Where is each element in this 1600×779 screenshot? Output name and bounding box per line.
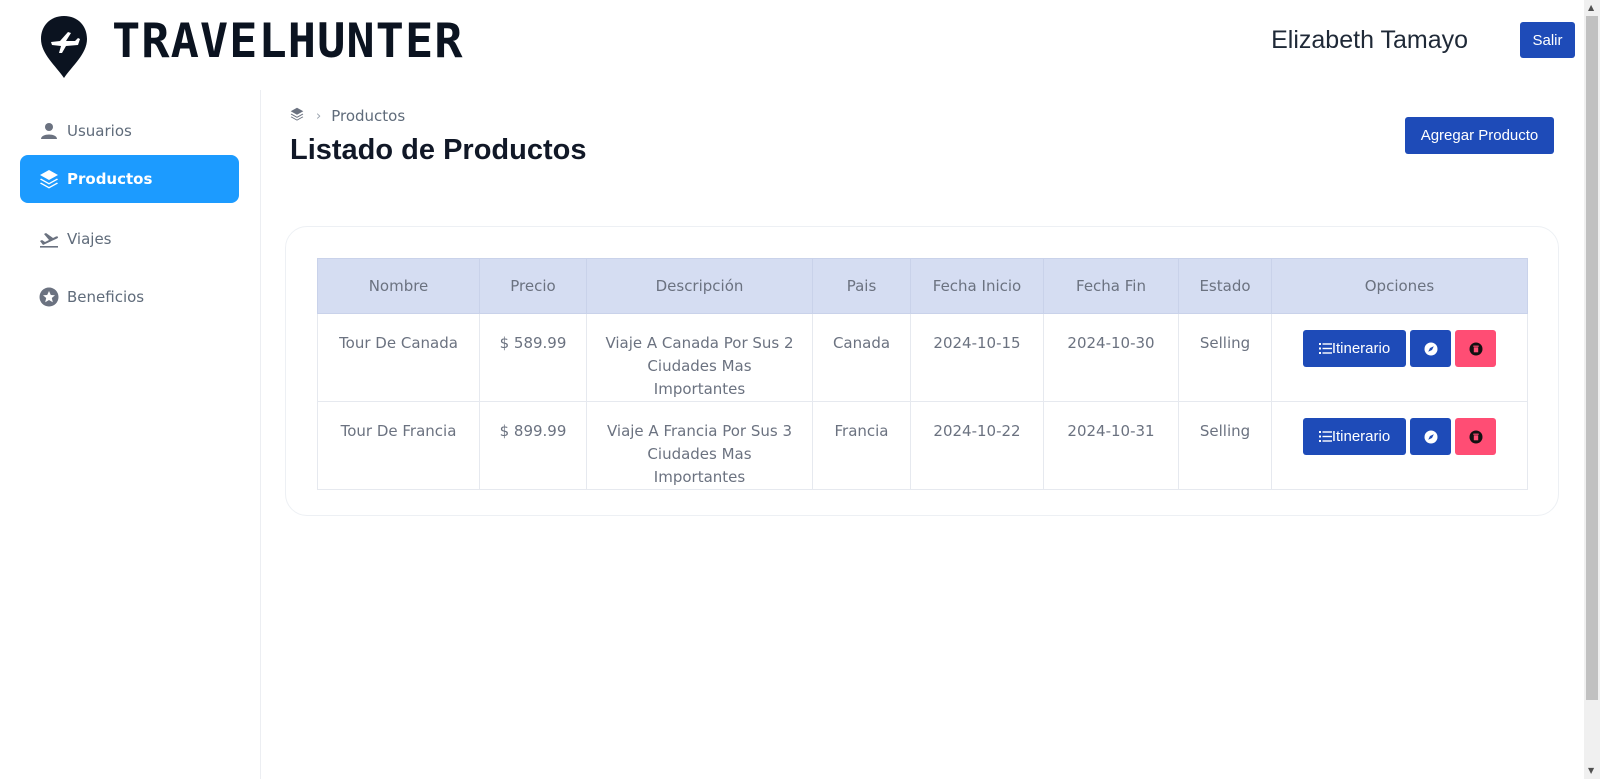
cell-fecha-inicio: 2024-10-15	[910, 313, 1044, 402]
cell-opciones: Itinerario	[1271, 313, 1528, 402]
list-icon	[1318, 431, 1332, 442]
scroll-up-icon[interactable]: ▲	[1588, 3, 1594, 12]
sidebar-item-productos[interactable]: Productos	[20, 155, 239, 203]
delete-button[interactable]	[1455, 418, 1496, 455]
cell-pais: Canada	[812, 313, 911, 402]
itinerary-button[interactable]: Itinerario	[1303, 418, 1406, 455]
table-row: Tour De Francia $ 899.99 Viaje A Francia…	[317, 401, 1528, 490]
list-icon	[1318, 343, 1332, 354]
sidebar: Usuarios Productos Viajes Beneficios	[0, 90, 261, 779]
itinerary-label: Itinerario	[1331, 340, 1391, 357]
column-header: Nombre	[317, 258, 480, 314]
table-row: Tour De Canada $ 589.99 Viaje A Canada P…	[317, 313, 1528, 402]
column-header: Precio	[479, 258, 587, 314]
cell-precio: $ 899.99	[479, 401, 587, 490]
itinerary-button[interactable]: Itinerario	[1303, 330, 1406, 367]
chevron-right-icon: ›	[316, 108, 322, 124]
vertical-scrollbar[interactable]: ▲ ▼	[1584, 0, 1600, 779]
sidebar-item-viajes[interactable]: Viajes	[20, 215, 239, 263]
cell-fecha-fin: 2024-10-31	[1043, 401, 1179, 490]
sidebar-item-label: Beneficios	[67, 288, 145, 306]
column-header: Fecha Inicio	[910, 258, 1044, 314]
compass-icon	[1424, 342, 1437, 355]
trash-icon	[1469, 430, 1482, 443]
cell-fecha-inicio: 2024-10-22	[910, 401, 1044, 490]
brand-logo-text: TRAVELHUNTER	[112, 14, 464, 69]
cell-estado: Selling	[1178, 401, 1272, 490]
column-header: Pais	[812, 258, 911, 314]
layers-icon[interactable]	[290, 107, 304, 125]
edit-button[interactable]	[1410, 418, 1451, 455]
sidebar-item-label: Viajes	[67, 230, 112, 248]
table-header-row: Nombre Precio Descripción Pais Fecha Ini…	[317, 258, 1528, 314]
edit-button[interactable]	[1410, 330, 1451, 367]
cell-estado: Selling	[1178, 313, 1272, 402]
breadcrumb: › Productos	[290, 106, 405, 126]
scrollbar-thumb[interactable]	[1586, 16, 1598, 700]
products-table: Nombre Precio Descripción Pais Fecha Ini…	[317, 258, 1528, 490]
trash-icon	[1469, 342, 1482, 355]
delete-button[interactable]	[1455, 330, 1496, 367]
sidebar-item-usuarios[interactable]: Usuarios	[20, 107, 239, 155]
logo-pin-icon	[41, 16, 87, 78]
products-card: Nombre Precio Descripción Pais Fecha Ini…	[285, 226, 1559, 516]
column-header: Descripción	[586, 258, 813, 314]
cell-opciones: Itinerario	[1271, 401, 1528, 490]
add-product-button[interactable]: Agregar Producto	[1405, 117, 1554, 154]
cell-precio: $ 589.99	[479, 313, 587, 402]
layers-icon	[39, 169, 59, 189]
column-header: Fecha Fin	[1043, 258, 1179, 314]
sidebar-item-label: Usuarios	[67, 122, 132, 140]
sidebar-item-beneficios[interactable]: Beneficios	[20, 273, 239, 321]
page-title: Listado de Productos	[290, 134, 587, 166]
top-header: TRAVELHUNTER Elizabeth Tamayo Salir	[0, 0, 1584, 90]
user-icon	[39, 121, 59, 141]
star-circle-icon	[39, 287, 59, 307]
cell-pais: Francia	[812, 401, 911, 490]
logout-button[interactable]: Salir	[1520, 22, 1575, 58]
cell-descripcion: Viaje A Francia Por Sus 3 Ciudades Mas I…	[586, 401, 813, 490]
itinerary-label: Itinerario	[1331, 428, 1391, 445]
user-name: Elizabeth Tamayo	[1271, 26, 1468, 54]
compass-icon	[1424, 430, 1437, 443]
column-header: Opciones	[1271, 258, 1528, 314]
sidebar-item-label: Productos	[67, 170, 153, 188]
breadcrumb-current: Productos	[331, 107, 406, 125]
column-header: Estado	[1178, 258, 1272, 314]
cell-fecha-fin: 2024-10-30	[1043, 313, 1179, 402]
scroll-down-icon[interactable]: ▼	[1588, 766, 1594, 775]
cell-nombre: Tour De Canada	[317, 313, 480, 402]
cell-nombre: Tour De Francia	[317, 401, 480, 490]
cell-descripcion: Viaje A Canada Por Sus 2 Ciudades Mas Im…	[586, 313, 813, 402]
plane-departure-icon	[39, 229, 59, 249]
